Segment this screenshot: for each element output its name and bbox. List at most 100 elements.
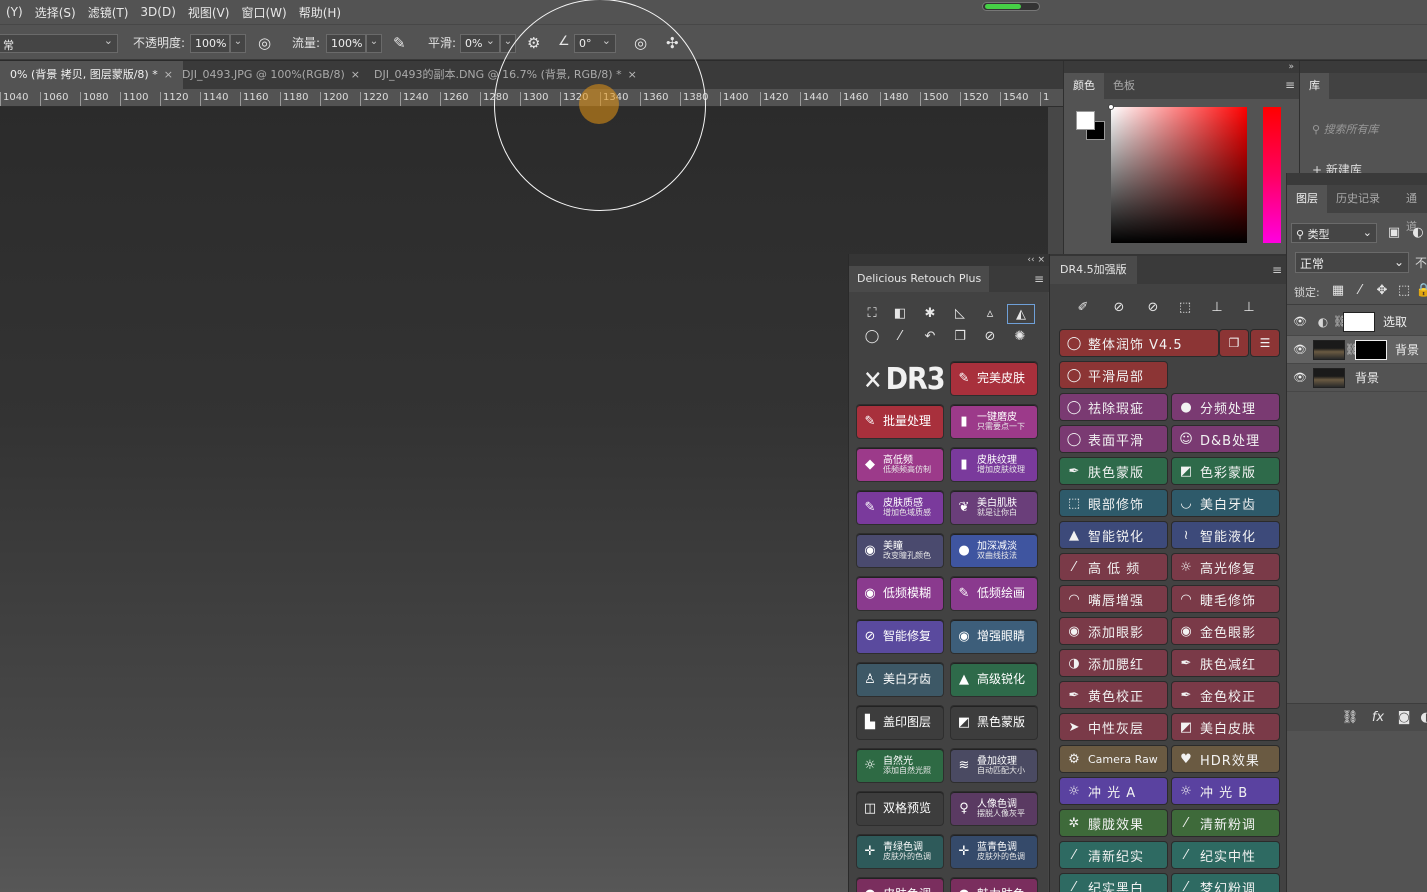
dr-button[interactable]: ✎ 皮肤质感 增加色域质感 xyxy=(857,491,943,524)
menu-view[interactable]: 视图(V) xyxy=(182,4,236,21)
dr-button[interactable]: ▮ 一键磨皮 只需要点一下 xyxy=(951,405,1037,438)
lock-transparency-icon[interactable]: ▦ xyxy=(1327,281,1349,301)
layer-row[interactable]: 👁 背景 xyxy=(1287,364,1427,392)
dr-button[interactable]: ◫ 双格预览 xyxy=(857,792,943,825)
layer-thumbnail[interactable] xyxy=(1313,367,1345,388)
lasso-icon[interactable]: ◯ xyxy=(861,327,883,347)
add-mask-icon[interactable]: ◙ xyxy=(1393,708,1415,728)
layer-mask-thumbnail[interactable] xyxy=(1355,339,1387,360)
panel-collapse-bar[interactable]: » xyxy=(1064,61,1300,73)
tab-dr45[interactable]: DR4.5加强版 xyxy=(1050,256,1137,284)
menu-select[interactable]: 选择(S) xyxy=(29,4,82,21)
layer-filter-select[interactable]: ⚲ 类型 ⌄ xyxy=(1291,223,1377,243)
panel-menu-icon[interactable]: ≡ xyxy=(1285,78,1295,92)
panel-collapse-bar[interactable] xyxy=(1287,173,1427,185)
dr45-button[interactable]: ✒ 肤色减红 xyxy=(1172,650,1279,676)
bandage-icon[interactable]: ⊘ xyxy=(1108,298,1130,318)
dr-button[interactable]: ♀ 人像色调 摆脱人像灰平 xyxy=(951,792,1037,825)
dr45-button[interactable]: ◡ 美白牙齿 xyxy=(1172,490,1279,516)
brush-mode-select[interactable]: 常 xyxy=(0,34,118,53)
layer-row[interactable]: 👁 ◐ ⛓ 选取 xyxy=(1287,308,1427,336)
dr-button[interactable]: ◉ 低频模糊 xyxy=(857,577,943,610)
brush-icon[interactable]: ✐ xyxy=(1072,298,1094,318)
dr-button[interactable]: ✎ 批量处理 xyxy=(857,405,943,438)
dr45-button[interactable]: ⁄ 清新纪实 xyxy=(1060,842,1167,868)
visibility-eye-icon[interactable]: 👁 xyxy=(1287,315,1313,328)
adjust-button[interactable]: ☰ xyxy=(1251,330,1279,356)
bandage-icon[interactable]: ⊘ xyxy=(1142,298,1164,318)
tab-history[interactable]: 历史记录 xyxy=(1327,185,1389,213)
fx-icon[interactable]: fx xyxy=(1367,708,1389,728)
dr45-button[interactable]: ➤ 中性灰层 xyxy=(1060,714,1167,740)
dr45-button[interactable]: ⁄ 清新粉调 xyxy=(1172,810,1279,836)
layer-thumbnail[interactable] xyxy=(1313,339,1345,360)
frame-icon[interactable]: ⛶ xyxy=(861,304,883,324)
blend-mode-select[interactable]: 正常 ⌄ xyxy=(1295,252,1409,273)
visibility-eye-icon[interactable]: 👁 xyxy=(1287,371,1313,384)
dr45-button[interactable]: ◑ 添加腮红 xyxy=(1060,650,1167,676)
dr-button[interactable]: ♙ 美白牙齿 xyxy=(857,663,943,696)
dr-button[interactable]: ▲ 高级锐化 xyxy=(951,663,1037,696)
menu-image[interactable]: (Y) xyxy=(0,5,29,19)
dr45-button[interactable]: ◉ 金色眼影 xyxy=(1172,618,1279,644)
dr45-button[interactable]: ◯ 祛除瑕疵 xyxy=(1060,394,1167,420)
pressure-opacity-icon[interactable]: ◎ xyxy=(258,34,271,52)
dr45-button[interactable]: ◩ 美白皮肤 xyxy=(1172,714,1279,740)
dr-button[interactable]: ◆ 高低频 低频频高仿制 xyxy=(857,448,943,481)
dr-button[interactable]: ❦ 美白肌肤 就是让你白 xyxy=(951,491,1037,524)
dr45-button[interactable]: ◯ 表面平滑 xyxy=(1060,426,1167,452)
gradient-icon[interactable]: ◧ xyxy=(889,304,911,324)
dr45-button[interactable]: ⁄ 纪实黑白 xyxy=(1060,874,1167,892)
dr-button[interactable]: ⊘ 智能修复 xyxy=(857,620,943,653)
levels-icon[interactable]: ◺ xyxy=(949,304,971,324)
dr45-button[interactable]: ✒ 金色校正 xyxy=(1172,682,1279,708)
dr-button[interactable]: ☼ 自然光 添加自然光照 xyxy=(857,749,943,782)
hue-slider[interactable] xyxy=(1263,107,1281,243)
dr45-button[interactable]: ⬚ 眼部修饰 xyxy=(1060,490,1167,516)
dr45-button[interactable]: ≀ 智能液化 xyxy=(1172,522,1279,548)
link-icon[interactable]: ⛓ xyxy=(1333,315,1347,328)
stamp-icon[interactable]: ⊥ xyxy=(1238,298,1260,318)
dr-button[interactable]: ●魅力肤色 xyxy=(951,878,1037,892)
close-icon[interactable]: × xyxy=(351,68,360,81)
panel-collapse-bar[interactable]: ‹‹ × xyxy=(849,254,1049,266)
adjustment-filter-icon[interactable]: ◐ xyxy=(1407,223,1427,243)
layer-row-selected[interactable]: 👁 ⛓ 背景 xyxy=(1287,336,1427,364)
bandage-icon[interactable]: ⊘ xyxy=(979,327,1001,347)
dr45-button[interactable]: ● 分频处理 xyxy=(1172,394,1279,420)
opacity-input[interactable]: 100% xyxy=(190,34,230,53)
brush-icon[interactable]: ⁄ xyxy=(889,327,911,347)
flow-dropdown[interactable]: ⌄ xyxy=(366,34,382,53)
select-icon[interactable]: ⬚ xyxy=(1174,298,1196,318)
layer-name[interactable]: 选取 xyxy=(1383,313,1407,330)
settings-icon[interactable]: ✺ xyxy=(1009,327,1031,347)
dr-button[interactable]: ◉ 美瞳 改变瞳孔颜色 xyxy=(857,534,943,567)
dr-button[interactable]: ✎ 低频绘画 xyxy=(951,577,1037,610)
tab-document-1[interactable]: 0% (背景 拷贝, 图层蒙版/8) * × xyxy=(0,61,183,89)
tab-channels[interactable]: 通道 xyxy=(1397,185,1427,233)
dr45-button[interactable]: ☺ D&B处理 xyxy=(1172,426,1279,452)
panel-collapse-bar[interactable] xyxy=(1300,61,1427,73)
lock-artboard-icon[interactable]: ⬚ xyxy=(1393,281,1415,301)
panel-menu-icon[interactable]: ≡ xyxy=(1272,263,1282,277)
tab-document-2[interactable]: DJI_0493.JPG @ 100%(RGB/8) × xyxy=(172,61,370,89)
dr-button[interactable]: ●皮肤色调 xyxy=(857,878,943,892)
dr45-button[interactable]: ◯ 整体润饰 V4.5 xyxy=(1060,330,1218,356)
adjustment-icon[interactable]: ◐ xyxy=(1415,708,1427,728)
dr-button[interactable]: ✎ 完美皮肤 xyxy=(951,362,1037,395)
foreground-color-swatch[interactable] xyxy=(1076,111,1095,130)
menu-3d[interactable]: 3D(D) xyxy=(134,5,181,19)
tab-delicious-retouch[interactable]: Delicious Retouch Plus xyxy=(849,266,990,292)
histogram-icon[interactable]: ▵ xyxy=(979,304,1001,324)
lock-pixels-icon[interactable]: ⁄ xyxy=(1349,281,1371,301)
puzzle-icon[interactable]: ✱ xyxy=(919,304,941,324)
tab-swatches[interactable]: 色板 xyxy=(1104,73,1144,99)
visibility-eye-icon[interactable]: 👁 xyxy=(1287,343,1313,356)
dr45-button[interactable]: ⚙ Camera Raw xyxy=(1060,746,1167,772)
dr-button[interactable]: ▮ 皮肤纹理 增加皮肤纹理 xyxy=(951,448,1037,481)
library-search[interactable]: ⚲ 搜索所有库 xyxy=(1312,121,1379,137)
menu-window[interactable]: 窗口(W) xyxy=(235,4,292,21)
dr-button[interactable]: ● 加深减淡 双曲线技法 xyxy=(951,534,1037,567)
layer-name[interactable]: 背景 xyxy=(1395,341,1419,358)
image-filter-icon[interactable]: ▣ xyxy=(1383,223,1405,243)
